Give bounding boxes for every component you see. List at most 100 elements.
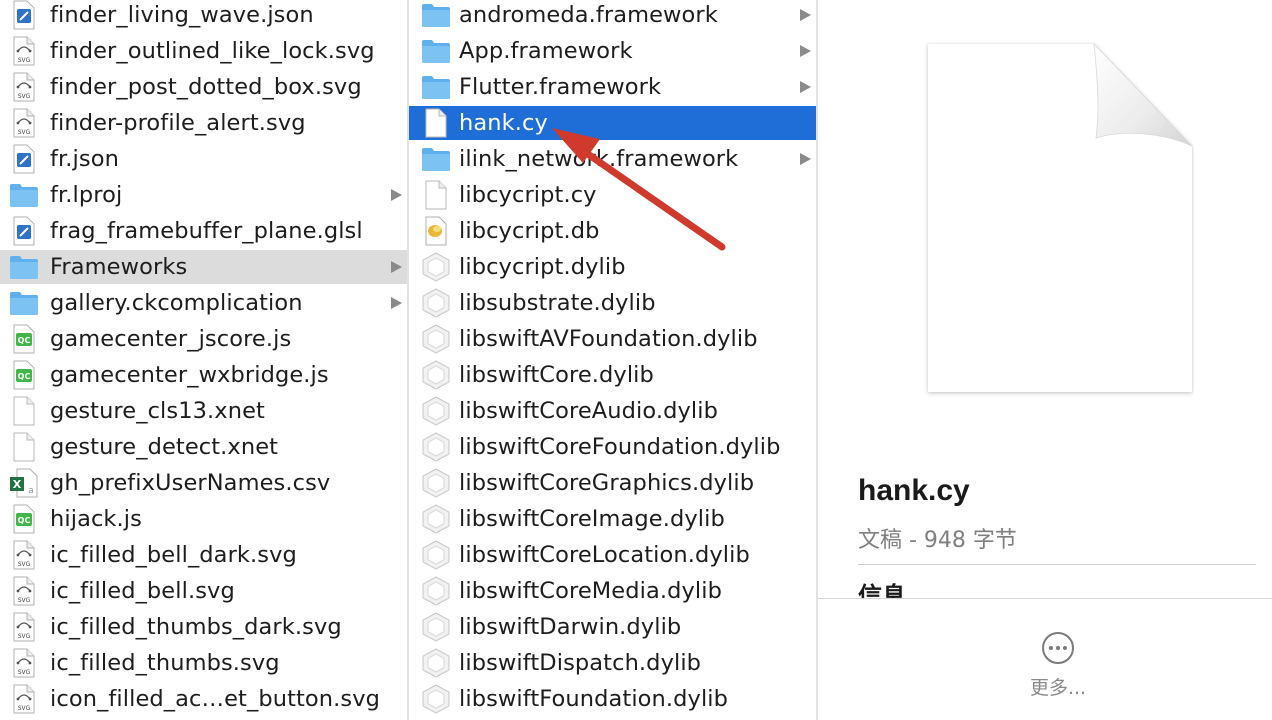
preview-info-heading: 信息 — [858, 582, 906, 598]
file-row[interactable]: libswiftCore.dylib — [409, 358, 816, 392]
blank-file-icon — [9, 396, 39, 426]
folder-row[interactable]: App.framework — [409, 34, 816, 68]
file-row[interactable]: QC gamecenter_jscore.js — [0, 322, 407, 356]
item-label: ic_filled_bell_dark.svg — [50, 542, 297, 568]
file-row[interactable]: finder_living_wave.json — [0, 0, 407, 32]
file-row[interactable]: gesture_detect.xnet — [0, 430, 407, 464]
item-label: Flutter.framework — [459, 74, 662, 100]
svg-file-icon: SVG — [9, 684, 39, 714]
folder-row[interactable]: Flutter.framework — [409, 70, 816, 104]
folder-icon — [421, 36, 451, 66]
blank-file-icon — [9, 432, 39, 462]
file-row[interactable]: SVG finder-profile_alert.svg — [0, 106, 407, 140]
svg-file-icon: SVG — [9, 108, 39, 138]
file-row[interactable]: SVG icon_filled_ac…et_button.svg — [0, 682, 407, 716]
file-row[interactable]: libswiftAVFoundation.dylib — [409, 322, 816, 356]
dylib-file-icon — [421, 504, 451, 534]
svg-text:SVG: SVG — [18, 597, 31, 604]
item-label: fr.lproj — [50, 182, 123, 208]
ellipsis-circle-icon — [1042, 632, 1074, 664]
disclosure-chevron-icon — [800, 45, 811, 57]
preview-pane: hank.cy 文稿 - 948 字节 信息 更多... — [818, 0, 1272, 720]
file-row[interactable]: libcycript.db — [409, 214, 816, 248]
file-column-2[interactable]: andromeda.framework App.framework Flutter.… — [409, 0, 816, 720]
file-row[interactable]: Xa gh_prefixUserNames.csv — [0, 466, 407, 500]
svg-text:SVG: SVG — [18, 669, 31, 676]
file-column-1[interactable]: finder_living_wave.json SVG finder_outline… — [0, 0, 407, 720]
file-row[interactable]: SVG ic_filled_bell.svg — [0, 574, 407, 608]
file-row[interactable]: libswiftCoreLocation.dylib — [409, 538, 816, 572]
item-label: libswiftCoreImage.dylib — [459, 506, 725, 532]
svg-text:QC: QC — [18, 372, 31, 381]
item-label: ic_filled_thumbs_dark.svg — [50, 614, 342, 640]
item-label: libswiftDarwin.dylib — [459, 614, 682, 640]
dylib-file-icon — [421, 252, 451, 282]
file-row[interactable]: frag_framebuffer_plane.glsl — [0, 214, 407, 248]
item-label: libswiftAVFoundation.dylib — [459, 326, 758, 352]
file-row[interactable]: fr.json — [0, 142, 407, 176]
file-row[interactable]: libcycript.dylib — [409, 250, 816, 284]
folder-icon — [421, 72, 451, 102]
more-button[interactable]: 更多... — [1026, 629, 1090, 709]
blank-file-icon — [421, 180, 451, 210]
item-label: libcycript.dylib — [459, 254, 626, 280]
preview-actions-bar: 更多... — [818, 598, 1272, 720]
folder-row[interactable]: fr.lproj — [0, 178, 407, 212]
svg-file-icon: SVG — [9, 576, 39, 606]
file-row[interactable]: SVG ic_filled_bell_dark.svg — [0, 538, 407, 572]
file-row[interactable]: gesture_cls13.xnet — [0, 394, 407, 428]
item-label: ic_filled_thumbs.svg — [50, 650, 280, 676]
file-row[interactable]: libswiftCoreGraphics.dylib — [409, 466, 816, 500]
file-row[interactable]: libsubstrate.dylib — [409, 286, 816, 320]
folder-row[interactable]: ilink_network.framework — [409, 142, 816, 176]
file-row[interactable]: libswiftDispatch.dylib — [409, 646, 816, 680]
file-row[interactable]: libcycript.cy — [409, 178, 816, 212]
item-label: icon_filled_ac…et_button.svg — [50, 686, 381, 712]
file-row[interactable]: SVG ic_filled_thumbs_dark.svg — [0, 610, 407, 644]
file-row[interactable]: SVG finder_post_dotted_box.svg — [0, 70, 407, 104]
svg-file-icon: SVG — [9, 36, 39, 66]
svg-text:QC: QC — [18, 336, 31, 345]
item-label: gesture_detect.xnet — [50, 434, 279, 460]
svg-text:SVG: SVG — [18, 705, 31, 712]
file-row[interactable]: libswiftCoreFoundation.dylib — [409, 430, 816, 464]
file-row[interactable]: libswiftDarwin.dylib — [409, 610, 816, 644]
dylib-file-icon — [421, 648, 451, 678]
folder-row[interactable]: andromeda.framework — [409, 0, 816, 32]
item-label: ic_filled_bell.svg — [50, 578, 235, 604]
dylib-file-icon — [421, 360, 451, 390]
js-file-icon: QC — [9, 360, 39, 390]
folder-icon — [421, 0, 451, 30]
item-label: gesture_cls13.xnet — [50, 398, 265, 424]
item-label: hank.cy — [459, 110, 548, 136]
dylib-file-icon — [421, 324, 451, 354]
dylib-file-icon — [421, 288, 451, 318]
item-label: libswiftCoreAudio.dylib — [459, 398, 718, 424]
svg-text:SVG: SVG — [18, 93, 31, 100]
folder-row[interactable]: gallery.ckcomplication — [0, 286, 407, 320]
svg-text:QC: QC — [18, 516, 31, 525]
excel-file-icon: Xa — [9, 468, 39, 498]
item-label: gamecenter_jscore.js — [50, 326, 292, 352]
dylib-file-icon — [421, 612, 451, 642]
file-row[interactable]: libswiftCoreMedia.dylib — [409, 574, 816, 608]
js-file-icon: QC — [9, 504, 39, 534]
file-row[interactable]: libswiftCoreAudio.dylib — [409, 394, 816, 428]
folder-row[interactable]: Frameworks — [0, 250, 407, 284]
svg-text:a: a — [28, 486, 34, 496]
svg-text:X: X — [13, 478, 22, 491]
item-label: libswiftDispatch.dylib — [459, 650, 702, 676]
item-label: libcycript.db — [459, 218, 600, 244]
folder-icon — [421, 144, 451, 174]
file-row[interactable]: hank.cy — [409, 106, 816, 140]
svg-file-icon: SVG — [9, 612, 39, 642]
file-row[interactable]: SVG ic_filled_thumbs.svg — [0, 646, 407, 680]
dylib-file-icon — [421, 540, 451, 570]
file-row[interactable]: libswiftCoreImage.dylib — [409, 502, 816, 536]
file-row[interactable]: QC hijack.js — [0, 502, 407, 536]
file-row[interactable]: QC gamecenter_wxbridge.js — [0, 358, 407, 392]
file-row[interactable]: SVG finder_outlined_like_lock.svg — [0, 34, 407, 68]
svg-text:SVG: SVG — [18, 129, 31, 136]
file-row[interactable]: libswiftFoundation.dylib — [409, 682, 816, 716]
svg-file-icon: SVG — [9, 648, 39, 678]
